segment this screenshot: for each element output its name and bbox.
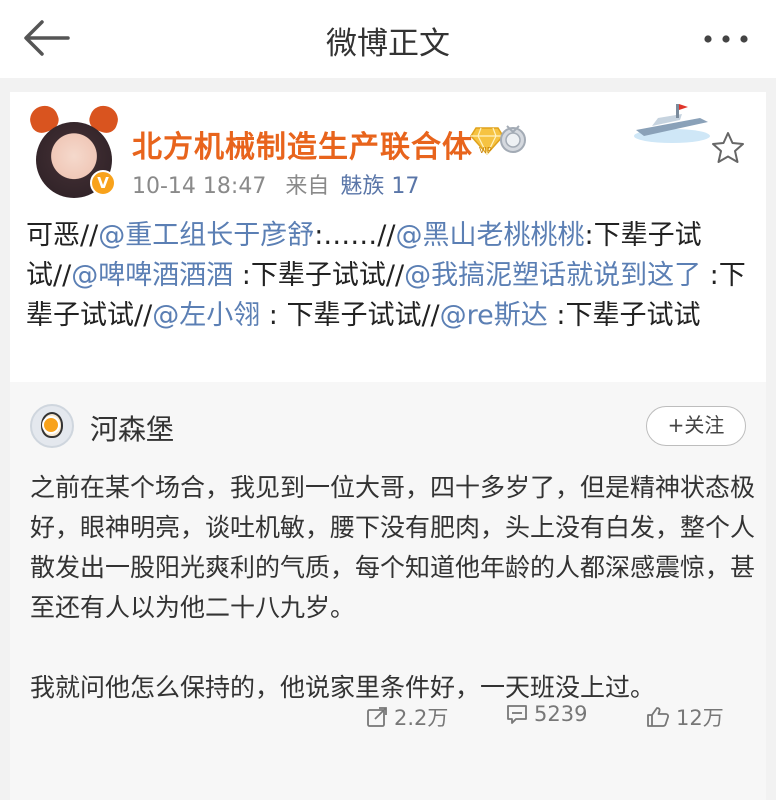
mention-link[interactable]: @重工组长于彦舒 (98, 220, 314, 251)
author-name[interactable]: 北方机械制造生产联合体 (132, 122, 473, 166)
comment-button[interactable]: 5239 (506, 702, 587, 726)
follow-button[interactable]: +关注 (646, 406, 746, 446)
like-count: 12万 (676, 706, 724, 730)
svg-text:VIP: VIP (479, 146, 492, 155)
comment-icon (507, 705, 527, 724)
verified-badge-icon: V (90, 170, 116, 196)
post-text-segment: :……// (314, 220, 396, 251)
post-text-segment: :下辈子试试// (233, 260, 405, 291)
repost-action-bar: 2.2万 5239 12万 (10, 696, 766, 736)
mention-link[interactable]: @啤啤酒酒酒 (71, 260, 233, 291)
repost-count: 2.2万 (394, 706, 449, 730)
more-options-icon[interactable] (698, 22, 754, 56)
medal-badge-icon[interactable] (498, 124, 528, 154)
thumbs-up-icon (647, 707, 670, 727)
mention-link[interactable]: @左小翎 (152, 300, 260, 331)
repost-button[interactable]: 2.2万 (366, 702, 448, 732)
repost-content: 之前在某个场合，我见到一位大哥，四十多岁了，但是精神状态极好，眼神明亮，谈吐机敏… (30, 468, 756, 708)
post-text-segment: : 下辈子试试// (260, 300, 440, 331)
post-text-segment: 可恶// (26, 220, 99, 251)
ship-decoration-icon (630, 96, 712, 146)
repost-paragraph: 之前在某个场合，我见到一位大哥，四十多岁了，但是精神状态极好，眼神明亮，谈吐机敏… (30, 473, 756, 622)
mention-link[interactable]: @re斯达 (440, 300, 548, 331)
post-content: 可恶//@重工组长于彦舒:……//@黑山老桃桃桃 :下辈子试试//@啤啤酒酒酒 :… (26, 216, 754, 336)
page-title: 微博正文 (326, 26, 450, 62)
comment-count: 5239 (534, 702, 588, 726)
favorite-star-icon[interactable] (710, 130, 746, 166)
mention-link[interactable]: @我搞泥塑话就说到这了 (404, 260, 701, 291)
post-source[interactable]: 魅族 17 (340, 174, 419, 199)
source-prefix: 来自 (285, 174, 330, 199)
author-avatar[interactable]: V (26, 101, 122, 198)
verified-badge-icon (42, 416, 60, 434)
like-button[interactable]: 12万 (646, 702, 724, 732)
post-time: 10-14 18:47 (132, 174, 267, 199)
repost-author-name[interactable]: 河森堡 (90, 408, 174, 448)
post-text-segment: :下辈子试试 (547, 300, 701, 331)
reposted-weibo[interactable]: 河森堡 +关注 之前在某个场合，我见到一位大哥，四十多岁了，但是精神状态极好，眼… (10, 382, 766, 800)
top-nav-bar: 微博正文 (0, 0, 776, 78)
mention-link[interactable]: @黑山老桃桃桃 (396, 220, 585, 251)
post-meta: 10-14 18:47 来自 魅族 17 (132, 168, 419, 200)
share-icon (367, 707, 387, 727)
